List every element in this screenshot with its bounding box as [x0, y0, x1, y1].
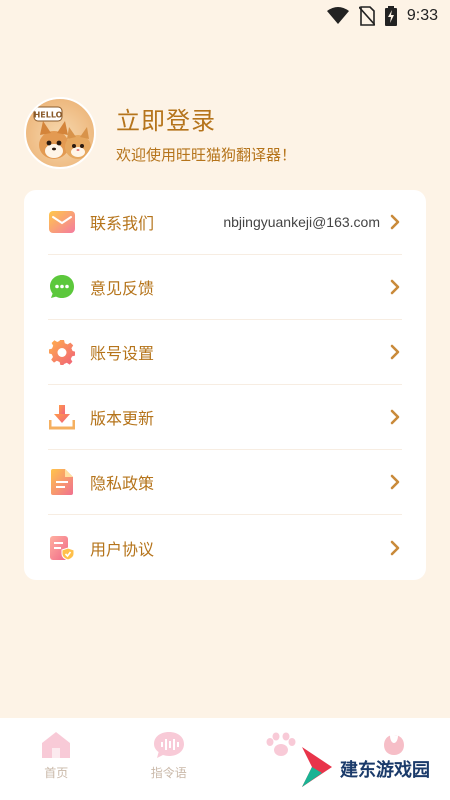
chevron-right-icon	[388, 409, 402, 425]
menu-item-contact-us[interactable]: 联系我们 nbjingyuankeji@163.com	[48, 190, 402, 255]
settings-menu: 联系我们 nbjingyuankeji@163.com 意见反馈 账号设置 版本…	[24, 190, 426, 580]
menu-label: 联系我们	[90, 214, 155, 233]
gear-icon	[48, 338, 76, 366]
chevron-right-icon	[388, 474, 402, 490]
nav-tab-commands[interactable]: 指令语	[113, 718, 226, 800]
contact-email: nbjingyuankeji@163.com	[223, 214, 380, 230]
chevron-right-icon	[388, 344, 402, 360]
watermark-logo-icon	[300, 745, 334, 793]
chevron-right-icon	[388, 214, 402, 230]
avatar-badge: HELLO	[34, 111, 63, 120]
watermark: 建东游戏园	[300, 746, 430, 792]
menu-label: 用户协议	[90, 539, 155, 559]
menu-item-privacy-policy[interactable]: 隐私政策	[48, 450, 402, 515]
chevron-right-icon	[388, 540, 402, 556]
nav-tab-home[interactable]: 首页	[0, 718, 113, 800]
status-bar: 9:33	[0, 0, 450, 32]
menu-item-account-settings[interactable]: 账号设置	[48, 320, 402, 385]
no-sim-icon	[358, 6, 375, 26]
menu-item-feedback[interactable]: 意见反馈	[48, 255, 402, 320]
status-time: 9:33	[406, 7, 438, 24]
profile-header[interactable]: HELLO 立即登录 欢迎使用旺旺猫狗翻译器！	[24, 96, 426, 170]
menu-label: 意见反馈	[90, 279, 155, 298]
agreement-icon	[48, 534, 76, 562]
menu-label: 隐私政策	[90, 474, 155, 493]
login-title[interactable]: 立即登录	[116, 101, 296, 136]
menu-label: 账号设置	[90, 344, 155, 363]
watermark-text: 建东游戏园	[340, 760, 430, 781]
chevron-right-icon	[388, 279, 402, 295]
home-icon	[40, 730, 72, 760]
mail-icon	[48, 208, 76, 236]
welcome-text: 欢迎使用旺旺猫狗翻译器！	[116, 146, 297, 164]
download-icon	[48, 403, 76, 431]
nav-label: 首页	[44, 766, 69, 780]
pets-avatar-image: HELLO	[33, 106, 91, 159]
battery-charging-icon	[384, 6, 397, 26]
voice-wave-icon	[153, 730, 185, 760]
menu-item-version-update[interactable]: 版本更新	[48, 385, 402, 450]
menu-label: 版本更新	[90, 409, 155, 428]
avatar[interactable]: HELLO	[24, 97, 96, 169]
nav-label: 指令语	[150, 766, 187, 780]
menu-item-user-agreement[interactable]: 用户协议	[48, 515, 402, 580]
chat-bubble-icon	[48, 273, 76, 301]
wifi-icon	[326, 7, 349, 25]
paw-icon	[265, 730, 297, 760]
document-icon	[48, 468, 76, 496]
